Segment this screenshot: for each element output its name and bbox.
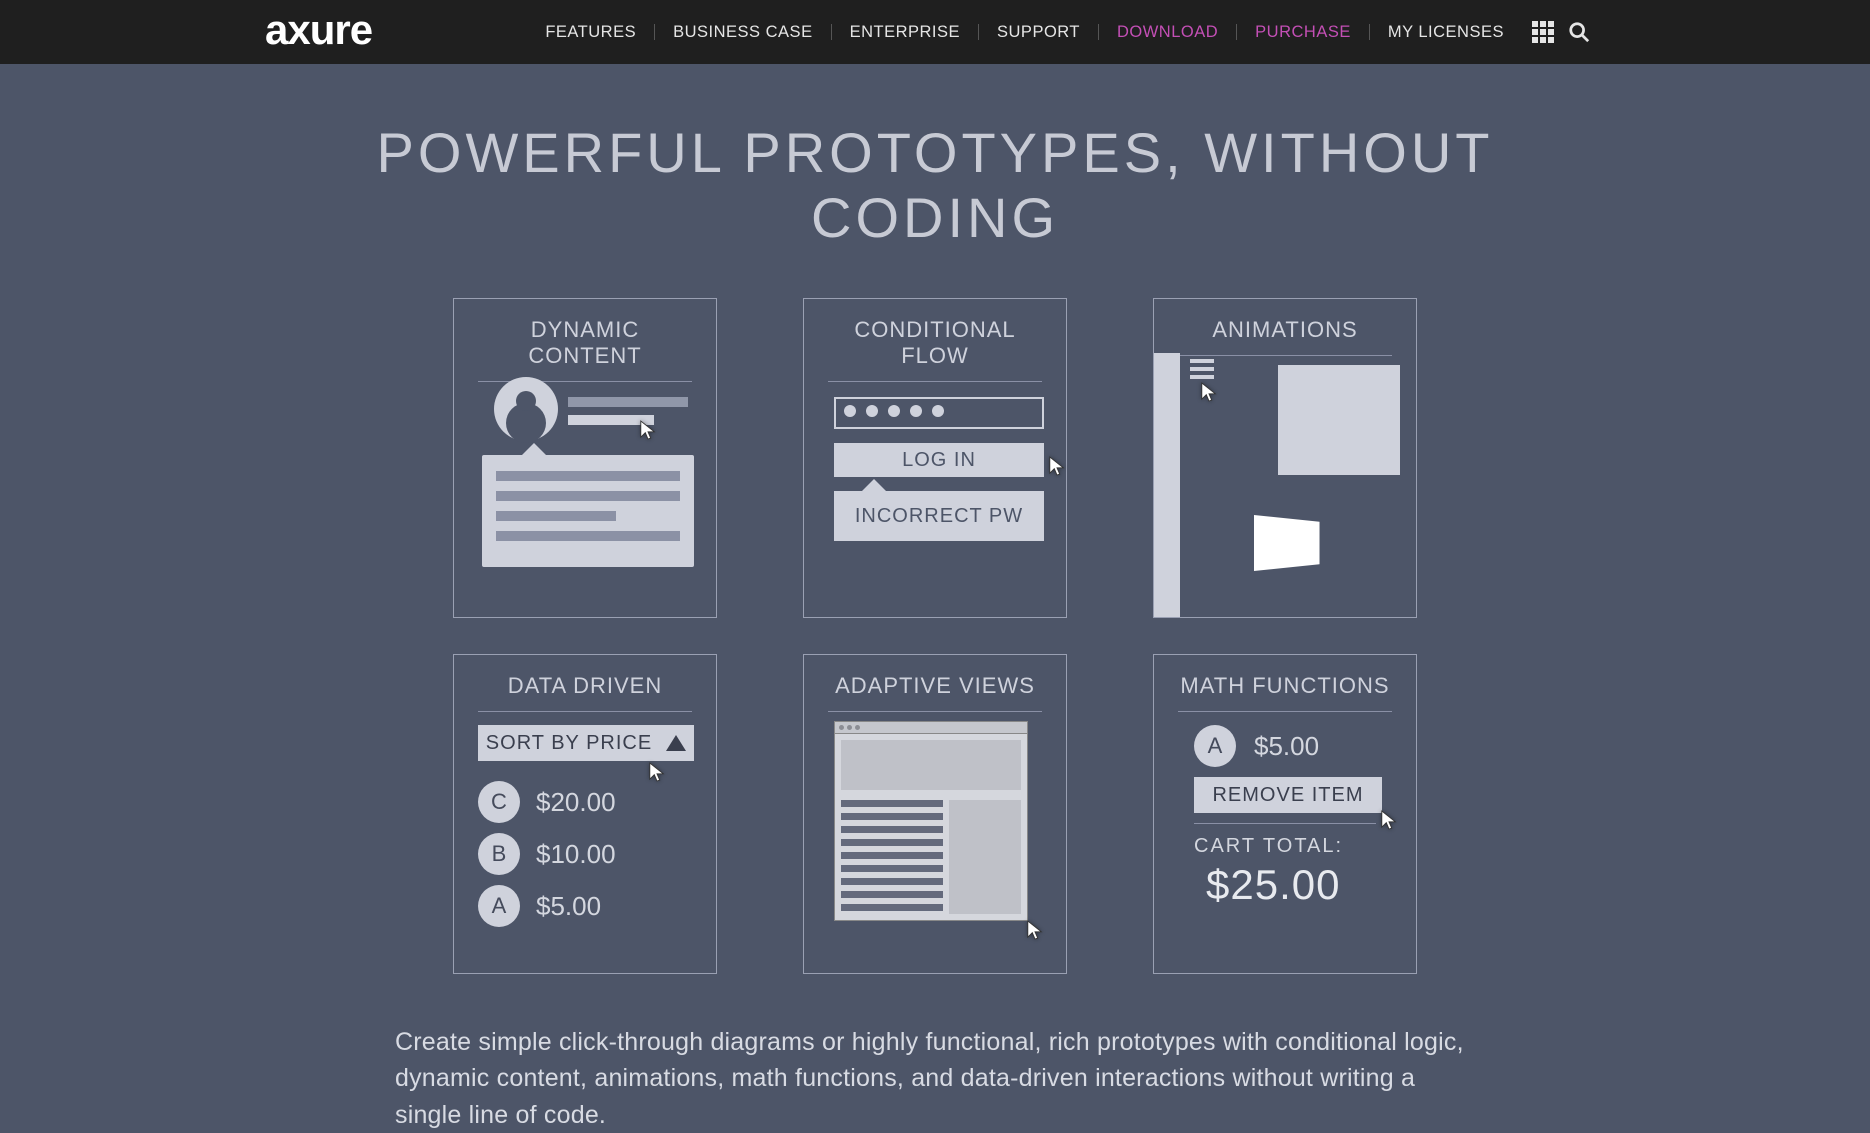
card-title: ADAPTIVE VIEWS: [828, 655, 1042, 712]
tooltip-illustration: [482, 455, 694, 567]
divider: [1194, 823, 1376, 824]
main-nav: FEATURES BUSINESS CASE ENTERPRISE SUPPOR…: [527, 21, 1820, 43]
card-title: ANIMATIONS: [1178, 299, 1392, 356]
card-data-driven: DATA DRIVEN SORT BY PRICE C $20.00 B $10…: [453, 654, 717, 974]
list-item: C $20.00: [478, 781, 616, 823]
feature-grid: DYNAMIC CONTENT CONDITIONAL FLOW LOG IN …: [335, 298, 1535, 974]
cursor-icon: [1048, 455, 1066, 477]
cursor-icon: [1200, 381, 1218, 403]
cursor-icon: [639, 419, 657, 441]
card-math-functions: MATH FUNCTIONS A $5.00 REMOVE ITEM CART …: [1153, 654, 1417, 974]
item-price: $20.00: [536, 787, 616, 818]
browser-window-illustration: [834, 721, 1028, 921]
triangle-up-icon: [666, 735, 686, 751]
header: axure FEATURES BUSINESS CASE ENTERPRISE …: [0, 0, 1870, 64]
error-tooltip-illustration: INCORRECT PW: [834, 491, 1044, 541]
card-animations: ANIMATIONS: [1153, 298, 1417, 618]
cart-total-label: CART TOTAL:: [1194, 835, 1343, 858]
item-letter: C: [478, 781, 520, 823]
card-title: DATA DRIVEN: [478, 655, 692, 712]
item-price: $5.00: [536, 891, 601, 922]
item-letter: A: [1194, 725, 1236, 767]
nav-enterprise[interactable]: ENTERPRISE: [832, 24, 979, 40]
apps-grid-icon[interactable]: [1532, 21, 1554, 43]
item-letter: A: [478, 885, 520, 927]
item-price: $10.00: [536, 839, 616, 870]
nav-purchase[interactable]: PURCHASE: [1237, 24, 1370, 40]
placeholder-line: [568, 397, 688, 407]
card-title: MATH FUNCTIONS: [1178, 655, 1392, 712]
card-title: CONDITIONAL FLOW: [828, 299, 1042, 382]
avatar-icon: [494, 377, 558, 441]
login-button-illustration: LOG IN: [834, 443, 1044, 477]
card-adaptive-views: ADAPTIVE VIEWS: [803, 654, 1067, 974]
feature-description: Create simple click-through diagrams or …: [395, 1024, 1475, 1133]
card-dynamic-content: DYNAMIC CONTENT: [453, 298, 717, 618]
window-titlebar-icon: [835, 722, 1027, 734]
remove-item-button-illustration: REMOVE ITEM: [1194, 777, 1382, 813]
layout-columns: [841, 800, 1021, 914]
sort-button-illustration: SORT BY PRICE: [478, 725, 694, 761]
side-panel-illustration: [1154, 353, 1180, 617]
card-conditional-flow: CONDITIONAL FLOW LOG IN INCORRECT PW: [803, 298, 1067, 618]
nav-features[interactable]: FEATURES: [527, 24, 655, 40]
cursor-icon: [1026, 919, 1044, 941]
brand-logo[interactable]: axure: [265, 6, 372, 54]
list-item: A $5.00: [478, 885, 601, 927]
nav-my-licenses[interactable]: MY LICENSES: [1370, 24, 1522, 40]
headline: POWERFUL PROTOTYPES, WITHOUT CODING: [335, 120, 1535, 250]
sort-label: SORT BY PRICE: [486, 732, 652, 755]
nav-business-case[interactable]: BUSINESS CASE: [655, 24, 831, 40]
hero-block: [841, 740, 1021, 790]
item-price: $5.00: [1254, 731, 1319, 762]
item-letter: B: [478, 833, 520, 875]
search-icon[interactable]: [1568, 21, 1590, 43]
nav-download[interactable]: DOWNLOAD: [1099, 24, 1237, 40]
card-title: DYNAMIC CONTENT: [478, 299, 692, 382]
list-item: B $10.00: [478, 833, 616, 875]
nav-support[interactable]: SUPPORT: [979, 24, 1099, 40]
cursor-icon: [1380, 809, 1398, 831]
panel-illustration: [1278, 365, 1400, 475]
cart-total-value: $25.00: [1206, 861, 1340, 909]
perspective-panel-illustration: [1254, 515, 1338, 571]
password-dots-icon: [844, 405, 944, 417]
cursor-icon: [648, 761, 666, 783]
cart-item: A $5.00: [1194, 725, 1319, 767]
hamburger-icon: [1190, 359, 1214, 379]
content: POWERFUL PROTOTYPES, WITHOUT CODING DYNA…: [335, 64, 1535, 1133]
